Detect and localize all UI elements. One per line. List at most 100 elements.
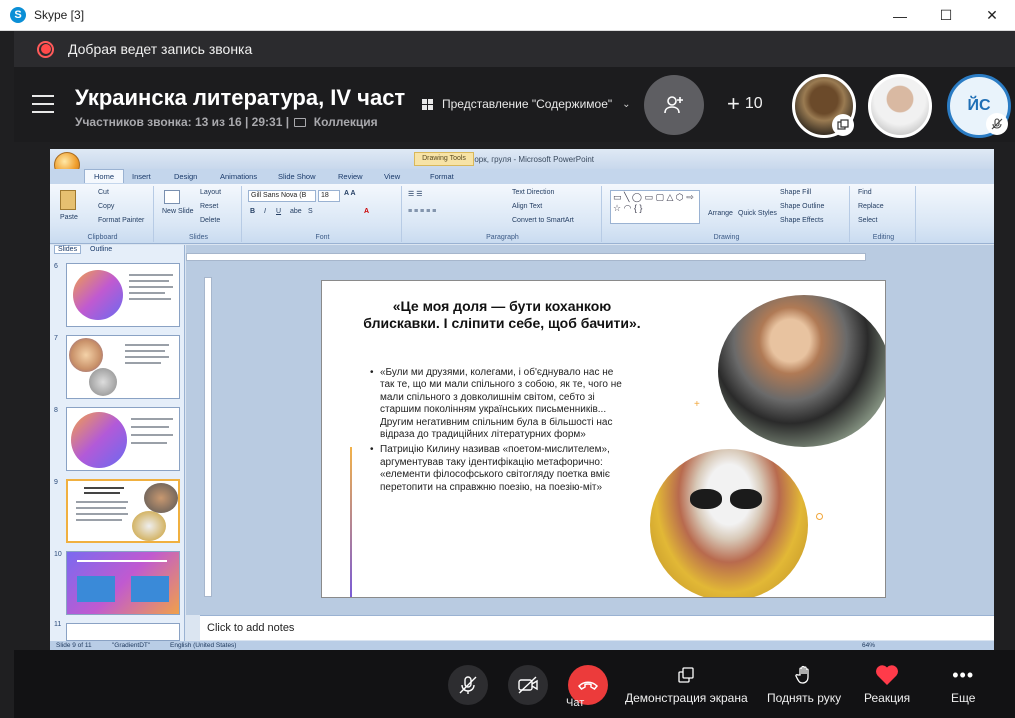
screen-share-badge-icon [832,114,854,136]
arrange-button[interactable]: Arrange [708,210,733,217]
share-screen-label: Демонстрация экрана [625,691,748,705]
more-label: Еще [951,691,976,705]
close-button[interactable]: ✕ [969,0,1015,31]
tab-slides[interactable]: Slides [54,245,82,254]
font-grow-button[interactable]: A A [344,190,356,197]
drawing-tools-tab: Drawing Tools [414,152,474,166]
camera-off-icon [518,676,538,694]
bullet-text: «Були ми друзями, колегами, і об'єднувал… [380,367,622,441]
minimize-button[interactable]: — [877,0,923,31]
underline-button[interactable]: U [276,208,281,215]
paste-button[interactable]: Paste [60,214,78,221]
portrait-photo[interactable] [650,449,808,597]
slide-thumbnail[interactable] [66,263,180,327]
delete-button[interactable]: Delete [200,217,220,224]
shadow-button[interactable]: S [308,208,313,215]
replace-button[interactable]: Replace [858,203,884,210]
tab-insert[interactable]: Insert [132,172,151,181]
tab-animations[interactable]: Animations [220,172,257,181]
skype-logo-icon: S [10,7,26,23]
quick-styles-button[interactable]: Quick Styles [738,210,777,217]
tab-design[interactable]: Design [174,172,197,181]
more-button[interactable]: ••• Еще [951,662,976,706]
recording-banner: Добрая ведет запись звонка [14,31,1015,67]
mic-muted-icon [986,113,1008,135]
thumbnail-number: 6 [54,263,58,270]
format-painter-button[interactable]: Format Painter [98,217,144,224]
participant-avatar[interactable] [868,74,932,138]
ribbon-tabs: Home Insert Design Animations Slide Show… [50,169,994,184]
find-button[interactable]: Find [858,189,872,196]
shape-outline-button[interactable]: Shape Outline [780,203,824,210]
tab-home[interactable]: Home [84,169,125,183]
slide-title[interactable]: «Це моя доля — бути коханкою блискавки. … [362,298,642,332]
view-mode-selector[interactable]: Представление "Содержимое" ⌄ [422,97,631,111]
folder-icon [294,118,307,127]
bold-button[interactable]: B [250,208,255,215]
bullet-item: • Патрицію Килину називав «поетом-мислите… [370,444,610,493]
add-participant-button[interactable] [644,75,704,135]
current-slide[interactable]: «Це моя доля — бути коханкою блискавки. … [321,280,886,598]
tab-outline[interactable]: Outline [90,246,112,253]
slides-group: New Slide Layout Reset Delete Slides [156,186,242,242]
tab-slide-show[interactable]: Slide Show [278,172,316,181]
notes-field[interactable]: Click to add notes [200,615,994,640]
ppt-window-title: Нью-Йорк, груля - Microsoft PowerPoint [450,155,594,164]
cut-button[interactable]: Cut [98,189,109,196]
drawing-group: ▭ ╲ ◯ ▭ ▢ △ ⬡ ⇨ ☆ ◠ { } Arrange Quick St… [604,186,850,242]
camera-button[interactable] [508,665,548,705]
chat-label[interactable]: Чат [566,697,584,709]
app-title: Skype [3] [34,8,85,22]
text-direction-button[interactable]: Text Direction [512,189,554,196]
menu-icon[interactable] [32,95,54,113]
raise-hand-button[interactable]: Поднять руку [767,662,841,705]
font-color-button[interactable]: A [364,208,369,215]
copy-button[interactable]: Copy [98,203,114,210]
convert-smartart-button[interactable]: Convert to SmartArt [512,217,574,224]
portrait-photo[interactable] [718,295,885,447]
view-mode-label: Представление "Содержимое" [442,97,613,111]
font-name-field[interactable]: Gill Sans Nova (B [248,190,316,202]
layout-button[interactable]: Layout [200,189,221,196]
zoom-level: 64% [862,642,876,649]
italic-button[interactable]: I [264,208,266,215]
font-group: Gill Sans Nova (B 18 A A B I U abe S A F… [244,186,402,242]
participants-count: Участников звонка: 13 из 16 | 29:31 | [75,115,290,129]
slide-body[interactable]: • «Були ми друзями, колегами, і об'єднува… [370,367,622,497]
more-participants-count: 10 [744,95,763,112]
collection-link[interactable]: Коллекция [314,115,378,129]
slide-thumbnail[interactable] [66,623,180,641]
bullets-button[interactable]: ☰ ☰ [408,190,423,198]
tab-view[interactable]: View [384,172,400,181]
slide-thumbnail[interactable] [66,407,180,471]
reset-button[interactable]: Reset [200,203,218,210]
align-buttons[interactable]: ≡ ≡ ≡ ≡ ≡ [408,208,436,215]
font-size-field[interactable]: 18 [318,190,340,202]
align-text-button[interactable]: Align Text [512,203,542,210]
new-slide-button[interactable]: New Slide [162,208,194,215]
share-screen-button[interactable]: Демонстрация экрана [625,662,748,705]
shapes-gallery[interactable]: ▭ ╲ ◯ ▭ ▢ △ ⬡ ⇨ ☆ ◠ { } [610,190,700,224]
pane-tabs: Slides Outline [50,245,185,256]
record-icon [37,40,54,58]
slide-thumbnail[interactable] [66,335,180,399]
bullet-item: • «Були ми друзями, колегами, і об'єднува… [370,367,622,441]
paragraph-label: Paragraph [486,234,519,241]
slide-thumbnail[interactable] [66,551,180,615]
shape-fill-button[interactable]: Shape Fill [780,189,811,196]
tab-format[interactable]: Format [430,172,454,181]
select-button[interactable]: Select [858,217,877,224]
tab-review[interactable]: Review [338,172,363,181]
skype-window: S Skype [3] — ☐ ✕ Добрая ведет запись зв… [0,0,1015,718]
language: English (United States) [170,642,237,649]
more-participants-button[interactable]: + 10 [727,93,763,115]
conversation-title[interactable]: Украинска литература, IV част [75,85,435,111]
slide-thumbnail-selected[interactable] [66,479,180,543]
reaction-button[interactable]: Реакция [864,662,910,705]
shape-effects-button[interactable]: Shape Effects [780,217,823,224]
share-screen-icon [678,662,694,688]
mute-button[interactable] [448,665,488,705]
strikethrough-button[interactable]: abe [290,208,302,215]
horizontal-ruler [186,253,866,261]
maximize-button[interactable]: ☐ [923,0,969,31]
